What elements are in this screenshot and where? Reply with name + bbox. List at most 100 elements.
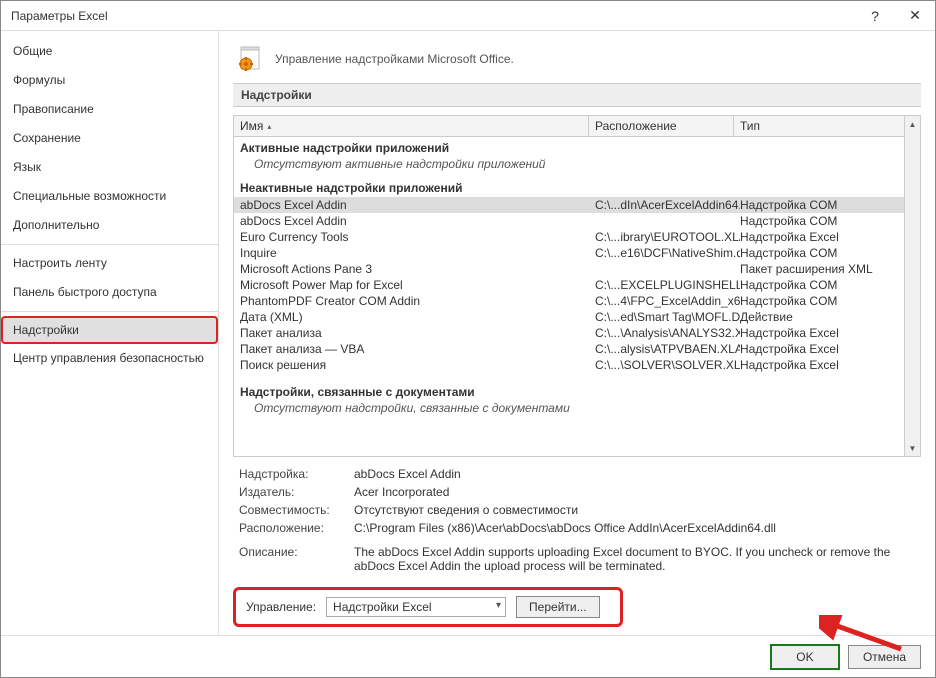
- detail-compat-value: Отсутствуют сведения о совместимости: [354, 503, 915, 517]
- addin-type: Надстройка COM: [740, 246, 898, 260]
- detail-desc-label: Описание:: [239, 545, 354, 573]
- addin-name: Дата (XML): [240, 310, 595, 324]
- detail-addin-value: abDocs Excel Addin: [354, 467, 915, 481]
- addin-row[interactable]: Microsoft Power Map for Excel C:\...EXCE…: [234, 277, 904, 293]
- sidebar-item-quick-access[interactable]: Панель быстрого доступа: [1, 278, 218, 307]
- detail-publisher-value: Acer Incorporated: [354, 485, 915, 499]
- titlebar: Параметры Excel ? ✕: [1, 1, 935, 31]
- addin-name: Microsoft Power Map for Excel: [240, 278, 595, 292]
- addin-location: C:\...e16\DCF\NativeShim.dll: [595, 246, 740, 260]
- group-doc-empty: Отсутствуют надстройки, связанные с доку…: [234, 401, 904, 421]
- column-header-type[interactable]: Тип: [734, 116, 904, 136]
- sidebar: Общие Формулы Правописание Сохранение Яз…: [1, 31, 219, 635]
- addin-type: Надстройка Excel: [740, 230, 898, 244]
- addin-row[interactable]: Inquire C:\...e16\DCF\NativeShim.dll Над…: [234, 245, 904, 261]
- manage-bar: Управление: Надстройки Excel Перейти...: [233, 587, 623, 627]
- dialog-footer: OK Отмена: [1, 635, 935, 677]
- sidebar-item-proofing[interactable]: Правописание: [1, 95, 218, 124]
- sidebar-item-general[interactable]: Общие: [1, 37, 218, 66]
- addins-scrollbar[interactable]: ▲ ▼: [904, 116, 920, 456]
- content-heading-text: Управление надстройками Microsoft Office…: [275, 52, 514, 66]
- addin-name: Inquire: [240, 246, 595, 260]
- addin-type: Надстройка Excel: [740, 358, 898, 372]
- detail-location-label: Расположение:: [239, 521, 354, 535]
- addin-location: [595, 214, 740, 228]
- scroll-up-icon[interactable]: ▲: [905, 116, 920, 132]
- addin-location: [595, 262, 740, 276]
- addin-row[interactable]: Дата (XML) C:\...ed\Smart Tag\MOFL.DLL Д…: [234, 309, 904, 325]
- sidebar-item-save[interactable]: Сохранение: [1, 124, 218, 153]
- addin-type: Действие: [740, 310, 898, 324]
- cancel-button[interactable]: Отмена: [848, 645, 921, 669]
- sidebar-item-accessibility[interactable]: Специальные возможности: [1, 182, 218, 211]
- addins-list: Имя ▴ Расположение Тип Активные надстрой…: [233, 115, 921, 457]
- content-heading: Управление надстройками Microsoft Office…: [233, 41, 921, 83]
- addin-row[interactable]: Пакет анализа — VBA C:\...alysis\ATPVBAE…: [234, 341, 904, 357]
- manage-select-value: Надстройки Excel: [333, 600, 432, 614]
- addin-name: Пакет анализа — VBA: [240, 342, 595, 356]
- sidebar-item-trust-center[interactable]: Центр управления безопасностью: [1, 344, 218, 373]
- addin-location: C:\...\SOLVER\SOLVER.XLAM: [595, 358, 740, 372]
- addin-details: Надстройка: abDocs Excel Addin Издатель:…: [233, 463, 921, 577]
- detail-compat-label: Совместимость:: [239, 503, 354, 517]
- sidebar-item-advanced[interactable]: Дополнительно: [1, 211, 218, 240]
- sidebar-separator-1: [1, 244, 218, 245]
- addin-row[interactable]: Поиск решения C:\...\SOLVER\SOLVER.XLAM …: [234, 357, 904, 373]
- addin-row[interactable]: Пакет анализа C:\...\Analysis\ANALYS32.X…: [234, 325, 904, 341]
- addin-location: C:\...dIn\AcerExcelAddin64.dll: [595, 198, 740, 212]
- addin-name: Поиск решения: [240, 358, 595, 372]
- sidebar-item-addins[interactable]: Надстройки: [1, 316, 218, 344]
- addin-name: abDocs Excel Addin: [240, 214, 595, 228]
- sidebar-item-customize-ribbon[interactable]: Настроить ленту: [1, 249, 218, 278]
- content: Управление надстройками Microsoft Office…: [219, 31, 935, 635]
- section-label-addins: Надстройки: [233, 83, 921, 107]
- detail-location-value: C:\Program Files (x86)\Acer\abDocs\abDoc…: [354, 521, 915, 535]
- addin-type: Надстройка Excel: [740, 326, 898, 340]
- addin-name: Microsoft Actions Pane 3: [240, 262, 595, 276]
- manage-label: Управление:: [246, 600, 316, 614]
- addin-type: Надстройка COM: [740, 198, 898, 212]
- group-doc-title: Надстройки, связанные с документами: [234, 381, 904, 401]
- help-button[interactable]: ?: [855, 1, 895, 31]
- addin-type: Надстройка COM: [740, 214, 898, 228]
- addins-column-headers: Имя ▴ Расположение Тип: [234, 116, 904, 137]
- addin-name: abDocs Excel Addin: [240, 198, 595, 212]
- addin-row[interactable]: PhantomPDF Creator COM Addin C:\...4\FPC…: [234, 293, 904, 309]
- group-active-empty: Отсутствуют активные надстройки приложен…: [234, 157, 904, 177]
- addin-type: Надстройка COM: [740, 294, 898, 308]
- group-active-title: Активные надстройки приложений: [234, 137, 904, 157]
- go-button[interactable]: Перейти...: [516, 596, 600, 618]
- ok-button[interactable]: OK: [770, 644, 840, 670]
- sidebar-item-formulas[interactable]: Формулы: [1, 66, 218, 95]
- addin-location: C:\...4\FPC_ExcelAddin_x64.dll: [595, 294, 740, 308]
- addin-location: C:\...ed\Smart Tag\MOFL.DLL: [595, 310, 740, 324]
- close-button[interactable]: ✕: [895, 1, 935, 31]
- ok-button-label: OK: [796, 650, 813, 664]
- addin-name: Пакет анализа: [240, 326, 595, 340]
- addin-location: C:\...ibrary\EUROTOOL.XLAM: [595, 230, 740, 244]
- go-button-label: Перейти...: [529, 600, 587, 614]
- detail-desc-value: The abDocs Excel Addin supports uploadin…: [354, 545, 915, 573]
- sidebar-item-language[interactable]: Язык: [1, 153, 218, 182]
- group-inactive-title: Неактивные надстройки приложений: [234, 177, 904, 197]
- addin-row[interactable]: abDocs Excel Addin Надстройка COM: [234, 213, 904, 229]
- addin-location: C:\...\Analysis\ANALYS32.XLL: [595, 326, 740, 340]
- column-header-location[interactable]: Расположение: [589, 116, 734, 136]
- addin-row[interactable]: abDocs Excel Addin C:\...dIn\AcerExcelAd…: [234, 197, 904, 213]
- column-header-name[interactable]: Имя ▴: [234, 116, 589, 136]
- sort-icon: ▴: [267, 122, 271, 131]
- main: Общие Формулы Правописание Сохранение Яз…: [1, 31, 935, 635]
- addin-name: PhantomPDF Creator COM Addin: [240, 294, 595, 308]
- addin-location: C:\...alysis\ATPVBAEN.XLAM: [595, 342, 740, 356]
- detail-publisher-label: Издатель:: [239, 485, 354, 499]
- addin-row[interactable]: Euro Currency Tools C:\...ibrary\EUROTOO…: [234, 229, 904, 245]
- sidebar-separator-2: [1, 311, 218, 312]
- addin-type: Надстройка Excel: [740, 342, 898, 356]
- scroll-down-icon[interactable]: ▼: [905, 440, 920, 456]
- cancel-button-label: Отмена: [863, 650, 906, 664]
- manage-select[interactable]: Надстройки Excel: [326, 597, 506, 617]
- column-header-name-label: Имя: [240, 119, 263, 133]
- addins-icon: [237, 45, 265, 73]
- addin-type: Надстройка COM: [740, 278, 898, 292]
- addin-row[interactable]: Microsoft Actions Pane 3 Пакет расширени…: [234, 261, 904, 277]
